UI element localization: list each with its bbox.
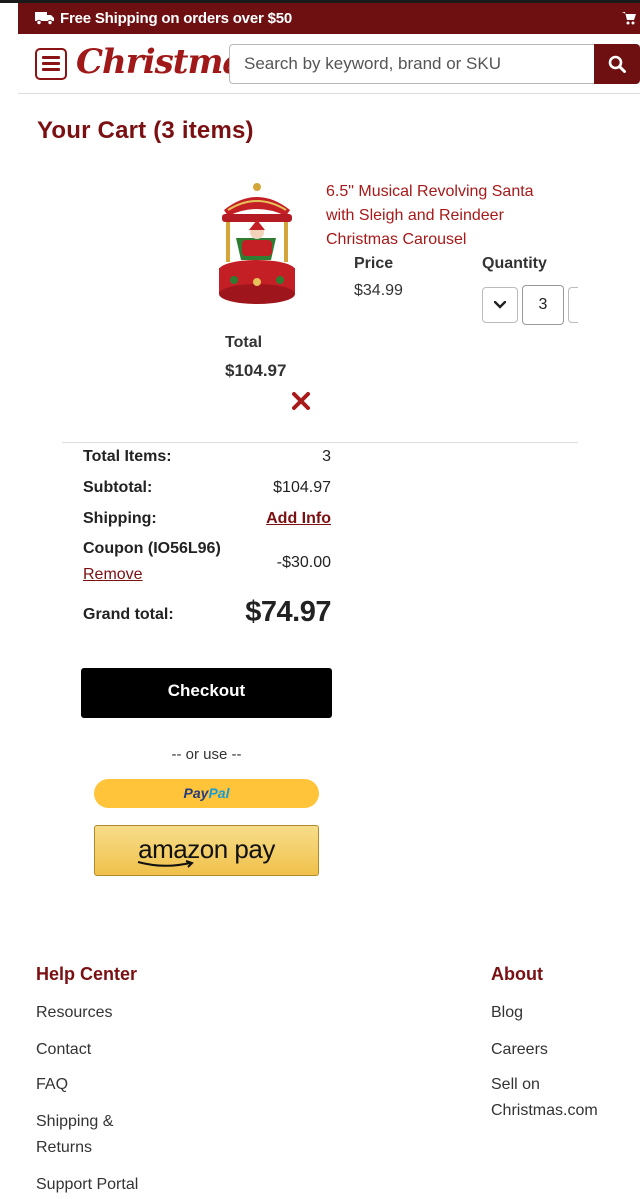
- footer-link-careers[interactable]: Careers: [491, 1037, 548, 1063]
- add-shipping-info-link[interactable]: Add Info: [266, 510, 331, 528]
- chevron-down-icon: [494, 301, 506, 309]
- item-total-label: Total: [225, 334, 263, 351]
- paypal-logo-part2: Pal: [208, 785, 230, 801]
- promo-text: Free Shipping on orders over $50: [60, 10, 292, 27]
- footer-link-sell-line1: Sell on: [491, 1076, 540, 1093]
- item-total-value: $104.97: [225, 361, 287, 380]
- subtotal-value: $104.97: [273, 479, 331, 496]
- remove-item-icon[interactable]: [290, 390, 312, 412]
- divider: [62, 442, 578, 443]
- coupon-label: Coupon (IO56L96): [83, 540, 221, 557]
- product-image[interactable]: [216, 180, 298, 308]
- footer-about-title: About: [491, 964, 543, 984]
- footer-link-sell-on[interactable]: Sell on Christmas.com: [491, 1072, 598, 1124]
- quantity-increase-button[interactable]: [568, 287, 578, 323]
- price-value: $34.99: [354, 282, 403, 299]
- remove-coupon-link[interactable]: Remove: [83, 566, 143, 584]
- quantity-label: Quantity: [482, 255, 547, 272]
- coupon-amount: -$30.00: [276, 554, 331, 571]
- grand-total-label: Grand total:: [83, 606, 174, 623]
- footer-link-shipping-line2: Returns: [36, 1139, 93, 1156]
- footer-link-faq[interactable]: FAQ: [36, 1072, 68, 1098]
- quantity-input[interactable]: [522, 285, 564, 325]
- menu-button[interactable]: [35, 48, 67, 80]
- footer-help-title: Help Center: [36, 964, 138, 984]
- search-button[interactable]: [594, 44, 640, 84]
- subtotal-label: Subtotal:: [83, 479, 153, 496]
- amazon-pay-button[interactable]: amazon pay: [94, 825, 319, 876]
- promo-bar: Free Shipping on orders over $50: [18, 3, 640, 34]
- cart-icon[interactable]: [622, 11, 636, 25]
- site-header: Christmas: [18, 34, 640, 94]
- or-use-text: -- or use --: [171, 746, 242, 763]
- paypal-button[interactable]: PayPal: [94, 779, 319, 808]
- footer-link-blog[interactable]: Blog: [491, 1000, 523, 1026]
- grand-total-value: $74.97: [245, 596, 331, 628]
- quantity-decrease-button[interactable]: [482, 287, 518, 323]
- shipping-label: Shipping:: [83, 510, 157, 527]
- paypal-logo-part1: Pay: [183, 785, 209, 801]
- product-name[interactable]: 6.5" Musical Revolving Santa with Sleigh…: [326, 180, 566, 252]
- total-items-label: Total Items:: [83, 448, 172, 465]
- amazon-smile-icon: [137, 860, 194, 868]
- search-input[interactable]: [229, 44, 596, 84]
- footer-link-sell-line2: Christmas.com: [491, 1102, 598, 1119]
- footer-link-contact[interactable]: Contact: [36, 1037, 91, 1063]
- price-label: Price: [354, 255, 394, 272]
- footer-link-shipping-line1: Shipping &: [36, 1113, 114, 1130]
- amazon-pay-logo: amazon pay: [138, 834, 275, 864]
- page-title: Your Cart (3 items): [37, 117, 254, 144]
- checkout-button[interactable]: Checkout: [81, 668, 332, 718]
- truck-icon: [35, 12, 54, 25]
- total-items-value: 3: [322, 448, 331, 465]
- search-icon: [608, 55, 626, 73]
- footer-link-shipping-returns[interactable]: Shipping & Returns: [36, 1109, 113, 1161]
- footer-link-resources[interactable]: Resources: [36, 1000, 112, 1026]
- footer-link-support-portal[interactable]: Support Portal: [36, 1172, 138, 1198]
